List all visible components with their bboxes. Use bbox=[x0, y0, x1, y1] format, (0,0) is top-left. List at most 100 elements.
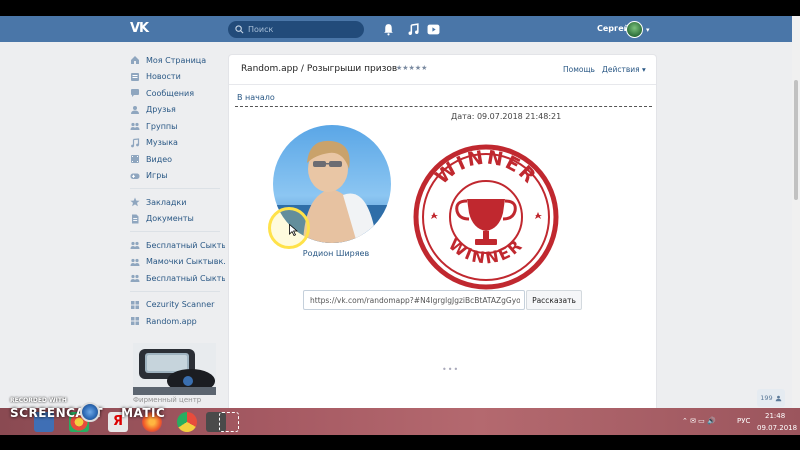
clock-time[interactable]: 21:48 bbox=[765, 412, 785, 420]
sidebar-item-label: Новости bbox=[146, 72, 181, 82]
sidebar-item-label: Cezurity Scanner bbox=[146, 300, 215, 310]
messages-icon bbox=[130, 88, 140, 98]
sidebar-item-music[interactable]: Музыка bbox=[130, 135, 225, 152]
scrollbar-track[interactable] bbox=[792, 16, 800, 408]
sidebar-item-label: Видео bbox=[146, 154, 173, 164]
news-icon bbox=[130, 72, 140, 82]
friends-icon bbox=[130, 105, 140, 115]
sidebar-item-games[interactable]: Игры bbox=[130, 168, 225, 185]
screen: VK Сергей ▾ Моя Страница Новости Сообщен… bbox=[0, 0, 800, 450]
chevron-down-icon[interactable]: ▾ bbox=[646, 26, 650, 34]
sidebar-item-label: Группы bbox=[146, 121, 178, 131]
search-box[interactable] bbox=[228, 21, 364, 38]
sidebar-item-my-page[interactable]: Моя Страница bbox=[130, 52, 225, 69]
app-icon bbox=[130, 300, 140, 310]
app-title: Random.app / Розыгрыши призов bbox=[241, 64, 398, 74]
online-count-badge[interactable]: 199 bbox=[757, 389, 785, 407]
sidebar-item-friends[interactable]: Друзья bbox=[130, 102, 225, 119]
sidebar-item-groups[interactable]: Группы bbox=[130, 118, 225, 135]
loading-indicator: ••• bbox=[442, 365, 460, 374]
search-input[interactable] bbox=[248, 25, 358, 34]
sidebar-item-label: Random.app bbox=[146, 316, 197, 326]
sidebar-item-label: Друзья bbox=[146, 105, 176, 115]
car-alarm-image bbox=[133, 343, 216, 395]
sidebar-item-label: Закладки bbox=[146, 197, 187, 207]
online-count: 199 bbox=[760, 394, 773, 402]
ad-caption: Фирменный центр bbox=[133, 396, 202, 404]
trophy-icon bbox=[455, 199, 517, 245]
letterbox-bottom bbox=[0, 435, 800, 450]
sidebar-item-community[interactable]: Бесплатный Сыкты... bbox=[130, 270, 225, 287]
vk-logo[interactable]: VK bbox=[130, 21, 152, 37]
letterbox-top bbox=[0, 0, 800, 16]
sidebar-divider bbox=[130, 290, 220, 292]
share-url-input[interactable] bbox=[310, 295, 520, 305]
search-icon bbox=[235, 25, 244, 34]
mouse-cursor-icon bbox=[289, 224, 298, 236]
back-to-start-link[interactable]: В начало bbox=[237, 93, 275, 102]
actions-dropdown[interactable]: Действия ▾ bbox=[602, 65, 646, 74]
user-icon bbox=[775, 395, 782, 401]
help-link[interactable]: Помощь bbox=[563, 65, 595, 74]
winner-stamp: WINNER WINNER bbox=[405, 143, 567, 291]
groups-icon bbox=[130, 240, 140, 250]
winner-stamp-graphic: WINNER WINNER bbox=[413, 144, 559, 290]
ad-banner[interactable] bbox=[133, 343, 216, 395]
sidebar-item-random-app[interactable]: Random.app bbox=[130, 313, 225, 330]
sidebar-divider bbox=[130, 188, 220, 189]
winner-name-link[interactable]: Родион Ширяев bbox=[291, 249, 381, 258]
sidebar-item-messages[interactable]: Сообщения bbox=[130, 85, 225, 102]
app-icon bbox=[130, 316, 140, 326]
rating-stars: ★★★★★ bbox=[396, 64, 428, 72]
sidebar-item-label: Игры bbox=[146, 171, 168, 181]
document-icon bbox=[130, 214, 140, 224]
video-icon[interactable] bbox=[427, 23, 440, 36]
stamp-text-top: WINNER bbox=[431, 146, 539, 188]
bell-icon[interactable] bbox=[382, 23, 395, 36]
sidebar-item-label: Бесплатный Сыктыв... bbox=[146, 240, 225, 250]
taskbar-chrome-icon[interactable] bbox=[177, 412, 197, 432]
sidebar-item-video[interactable]: Видео bbox=[130, 151, 225, 168]
input-language[interactable]: РУС bbox=[737, 417, 750, 425]
screencast-logo-icon bbox=[80, 402, 100, 422]
dashed-divider bbox=[235, 106, 652, 107]
watermark-right: MATIC bbox=[121, 406, 166, 420]
top-header: VK Сергей ▾ bbox=[0, 16, 800, 42]
sidebar-item-label: Моя Страница bbox=[146, 55, 207, 65]
sidebar-item-bookmarks[interactable]: Закладки bbox=[130, 194, 225, 211]
user-avatar[interactable] bbox=[626, 21, 643, 38]
draw-date: Дата: 09.07.2018 21:48:21 bbox=[451, 112, 562, 121]
music-icon[interactable] bbox=[407, 23, 420, 36]
sidebar-divider bbox=[130, 231, 220, 232]
actions-label: Действия bbox=[602, 65, 640, 74]
clock-date[interactable]: 09.07.2018 bbox=[757, 424, 797, 432]
sidebar-item-label: Документы bbox=[146, 214, 194, 224]
sidebar-item-label: Бесплатный Сыкты... bbox=[146, 273, 225, 283]
sidebar-item-documents[interactable]: Документы bbox=[130, 211, 225, 228]
sidebar-item-label: Мамочки Сыктывк... bbox=[146, 257, 225, 267]
sidebar-item-news[interactable]: Новости bbox=[130, 69, 225, 86]
user-name[interactable]: Сергей bbox=[597, 24, 629, 33]
games-icon bbox=[130, 171, 140, 181]
sidebar-item-label: Сообщения bbox=[146, 88, 195, 98]
home-icon bbox=[130, 55, 140, 65]
groups-icon bbox=[130, 273, 140, 283]
video-icon bbox=[130, 154, 140, 164]
taskbar-screenshot-icon[interactable] bbox=[219, 412, 239, 432]
watermark-caption: RECORDED WITH bbox=[10, 397, 67, 404]
share-button[interactable]: Рассказать bbox=[526, 290, 582, 310]
groups-icon bbox=[130, 121, 140, 131]
tray-icons[interactable]: ⌃ ✉ ▭ 🔊 bbox=[682, 417, 716, 425]
sidebar-item-community[interactable]: Мамочки Сыктывк... bbox=[130, 254, 225, 271]
groups-icon bbox=[130, 257, 140, 267]
chevron-down-icon: ▾ bbox=[642, 65, 646, 74]
scrollbar-thumb[interactable] bbox=[794, 80, 798, 200]
share-url-field[interactable] bbox=[303, 290, 525, 310]
sidebar-item-community[interactable]: Бесплатный Сыктыв... bbox=[130, 237, 225, 254]
app-header: Random.app / Розыгрыши призов ★★★★★ Помо… bbox=[229, 55, 656, 85]
sidebar-item-label: Музыка bbox=[146, 138, 178, 148]
sidebar-item-cezurity[interactable]: Cezurity Scanner bbox=[130, 297, 225, 314]
music-icon bbox=[130, 138, 140, 148]
star-icon bbox=[130, 197, 140, 207]
svg-text:WINNER: WINNER bbox=[431, 146, 541, 188]
